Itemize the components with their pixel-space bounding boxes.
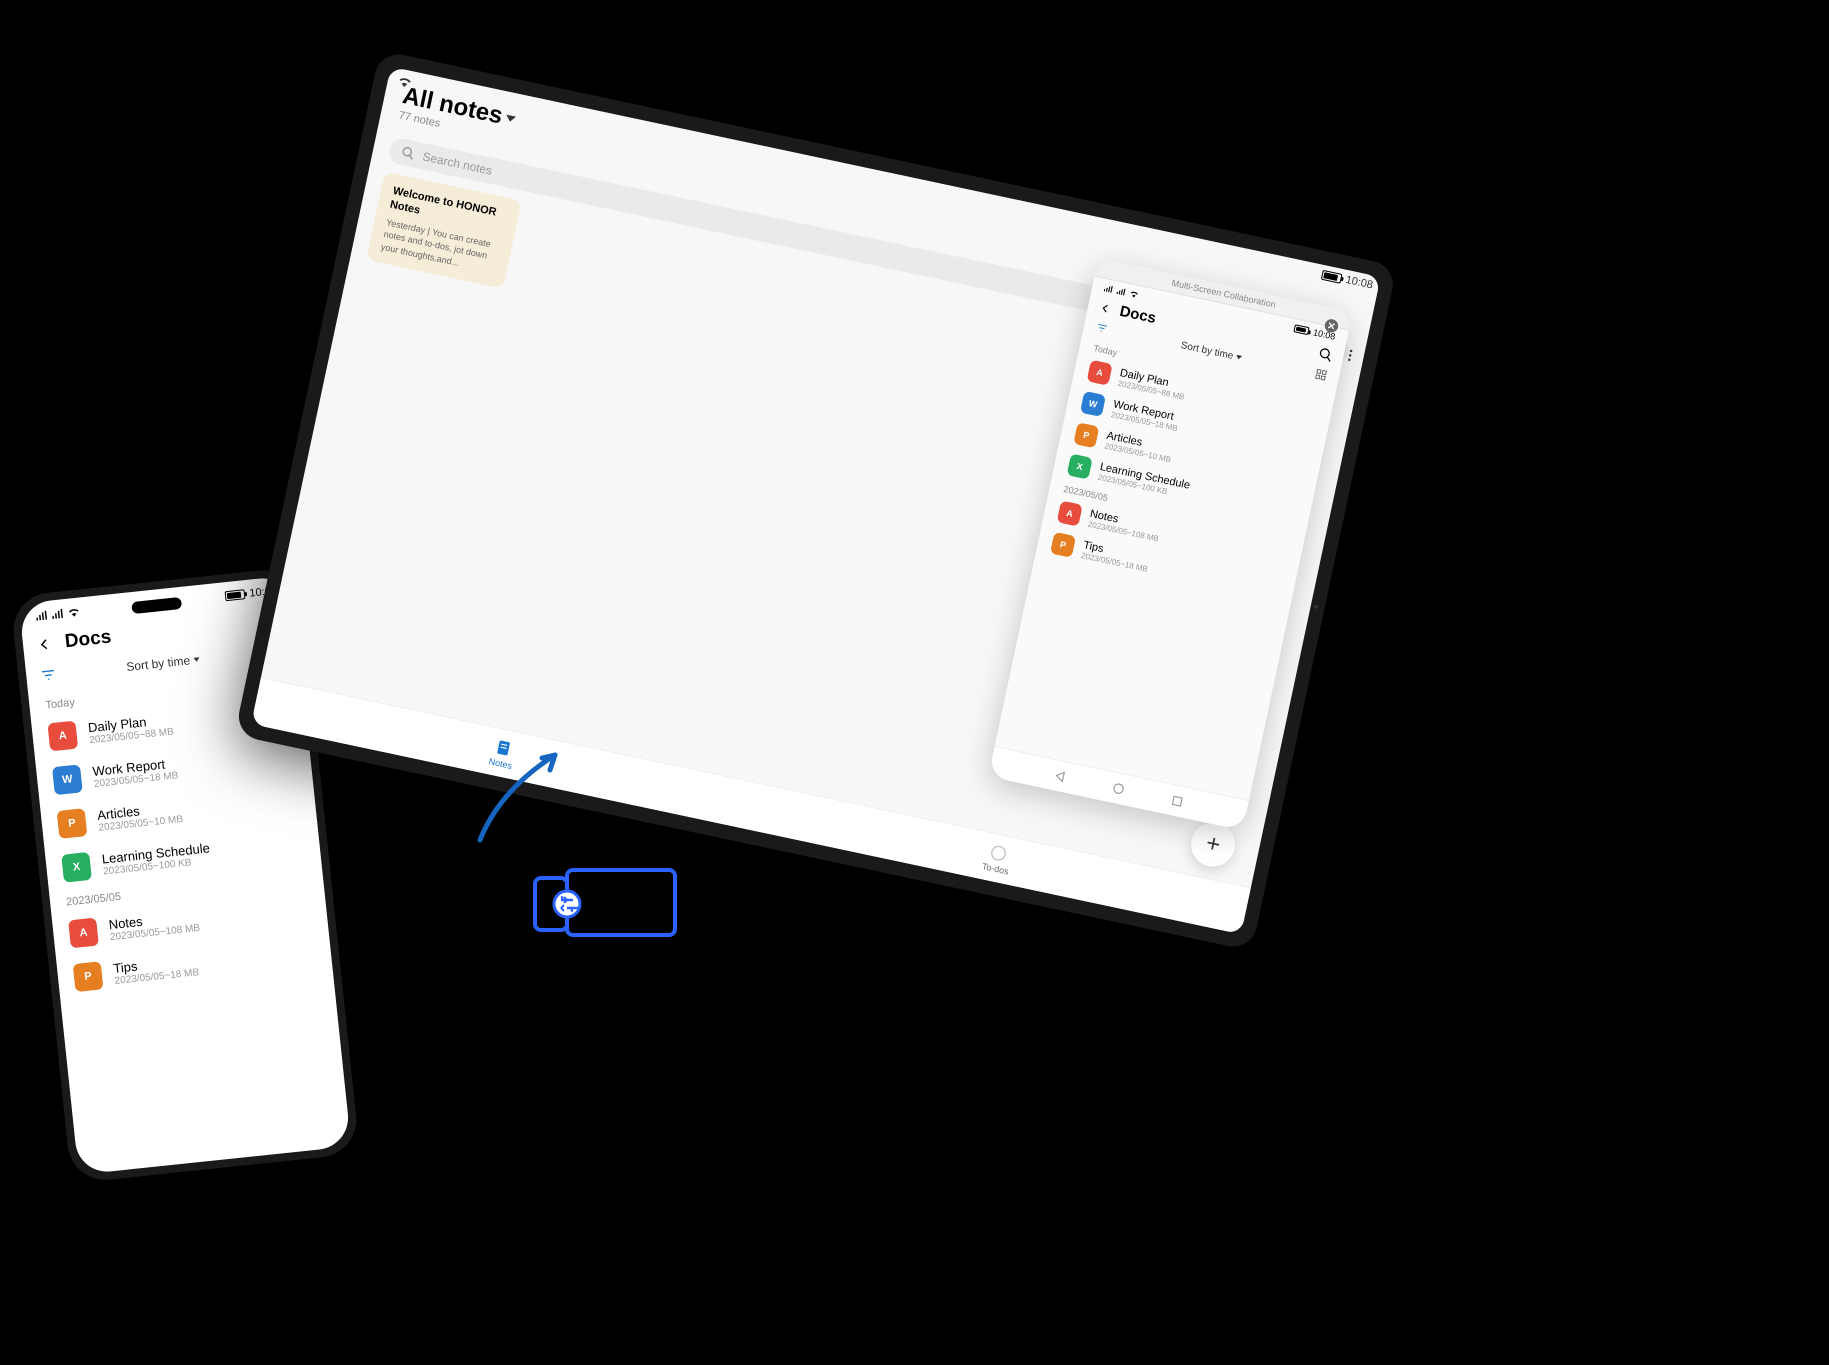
docs-title: Docs — [64, 626, 113, 653]
pdf-file-icon: A — [1087, 360, 1113, 386]
ppt-file-icon: P — [57, 808, 88, 839]
multi-screen-collab-icon — [530, 860, 680, 940]
todos-icon — [988, 842, 1009, 863]
docs-title: Docs — [1118, 303, 1157, 327]
word-file-icon: W — [1080, 391, 1106, 417]
nav-back[interactable] — [1052, 768, 1069, 785]
pdf-file-icon: A — [68, 918, 99, 949]
camera-dot — [1313, 604, 1318, 609]
chevron-down-icon — [193, 657, 199, 662]
note-card[interactable]: Welcome to HONOR Notes Yesterday | You c… — [366, 172, 522, 290]
tablet-device: 10:08 All notes 77 notes Search notes We… — [234, 50, 1397, 951]
signal-icon — [1104, 284, 1114, 294]
signal-icon-2 — [52, 608, 65, 619]
wifi-icon — [1129, 289, 1139, 299]
back-button[interactable] — [1097, 300, 1114, 317]
battery-icon — [1294, 324, 1310, 335]
signal-icon-2 — [1116, 287, 1126, 297]
back-button[interactable] — [34, 635, 54, 655]
chevron-down-icon — [505, 115, 516, 123]
excel-file-icon: X — [61, 852, 92, 883]
search-icon — [400, 145, 417, 162]
search-icon[interactable] — [1317, 346, 1335, 364]
nav-todos[interactable]: To-dos — [981, 841, 1014, 876]
ppt-file-icon: P — [1073, 422, 1099, 448]
chevron-down-icon — [1236, 355, 1243, 360]
plus-icon: + — [1203, 829, 1223, 859]
pdf-file-icon: A — [47, 721, 78, 752]
filter-button[interactable] — [1095, 321, 1109, 335]
battery-icon — [225, 589, 246, 601]
pdf-file-icon: A — [1057, 500, 1083, 526]
close-button[interactable] — [1322, 316, 1341, 335]
ppt-file-icon: P — [73, 961, 104, 992]
transfer-arrow-icon — [470, 740, 590, 860]
nav-recent[interactable] — [1169, 793, 1186, 810]
excel-file-icon: X — [1067, 454, 1093, 480]
grid-view-button[interactable] — [1314, 368, 1328, 382]
signal-icon — [36, 610, 49, 621]
nav-buttons — [988, 746, 1249, 830]
filter-button[interactable] — [40, 666, 58, 684]
nav-home[interactable] — [1110, 780, 1127, 797]
ppt-file-icon: P — [1050, 532, 1076, 558]
word-file-icon: W — [52, 764, 83, 795]
wifi-icon — [67, 607, 80, 618]
wifi-icon — [397, 75, 413, 90]
